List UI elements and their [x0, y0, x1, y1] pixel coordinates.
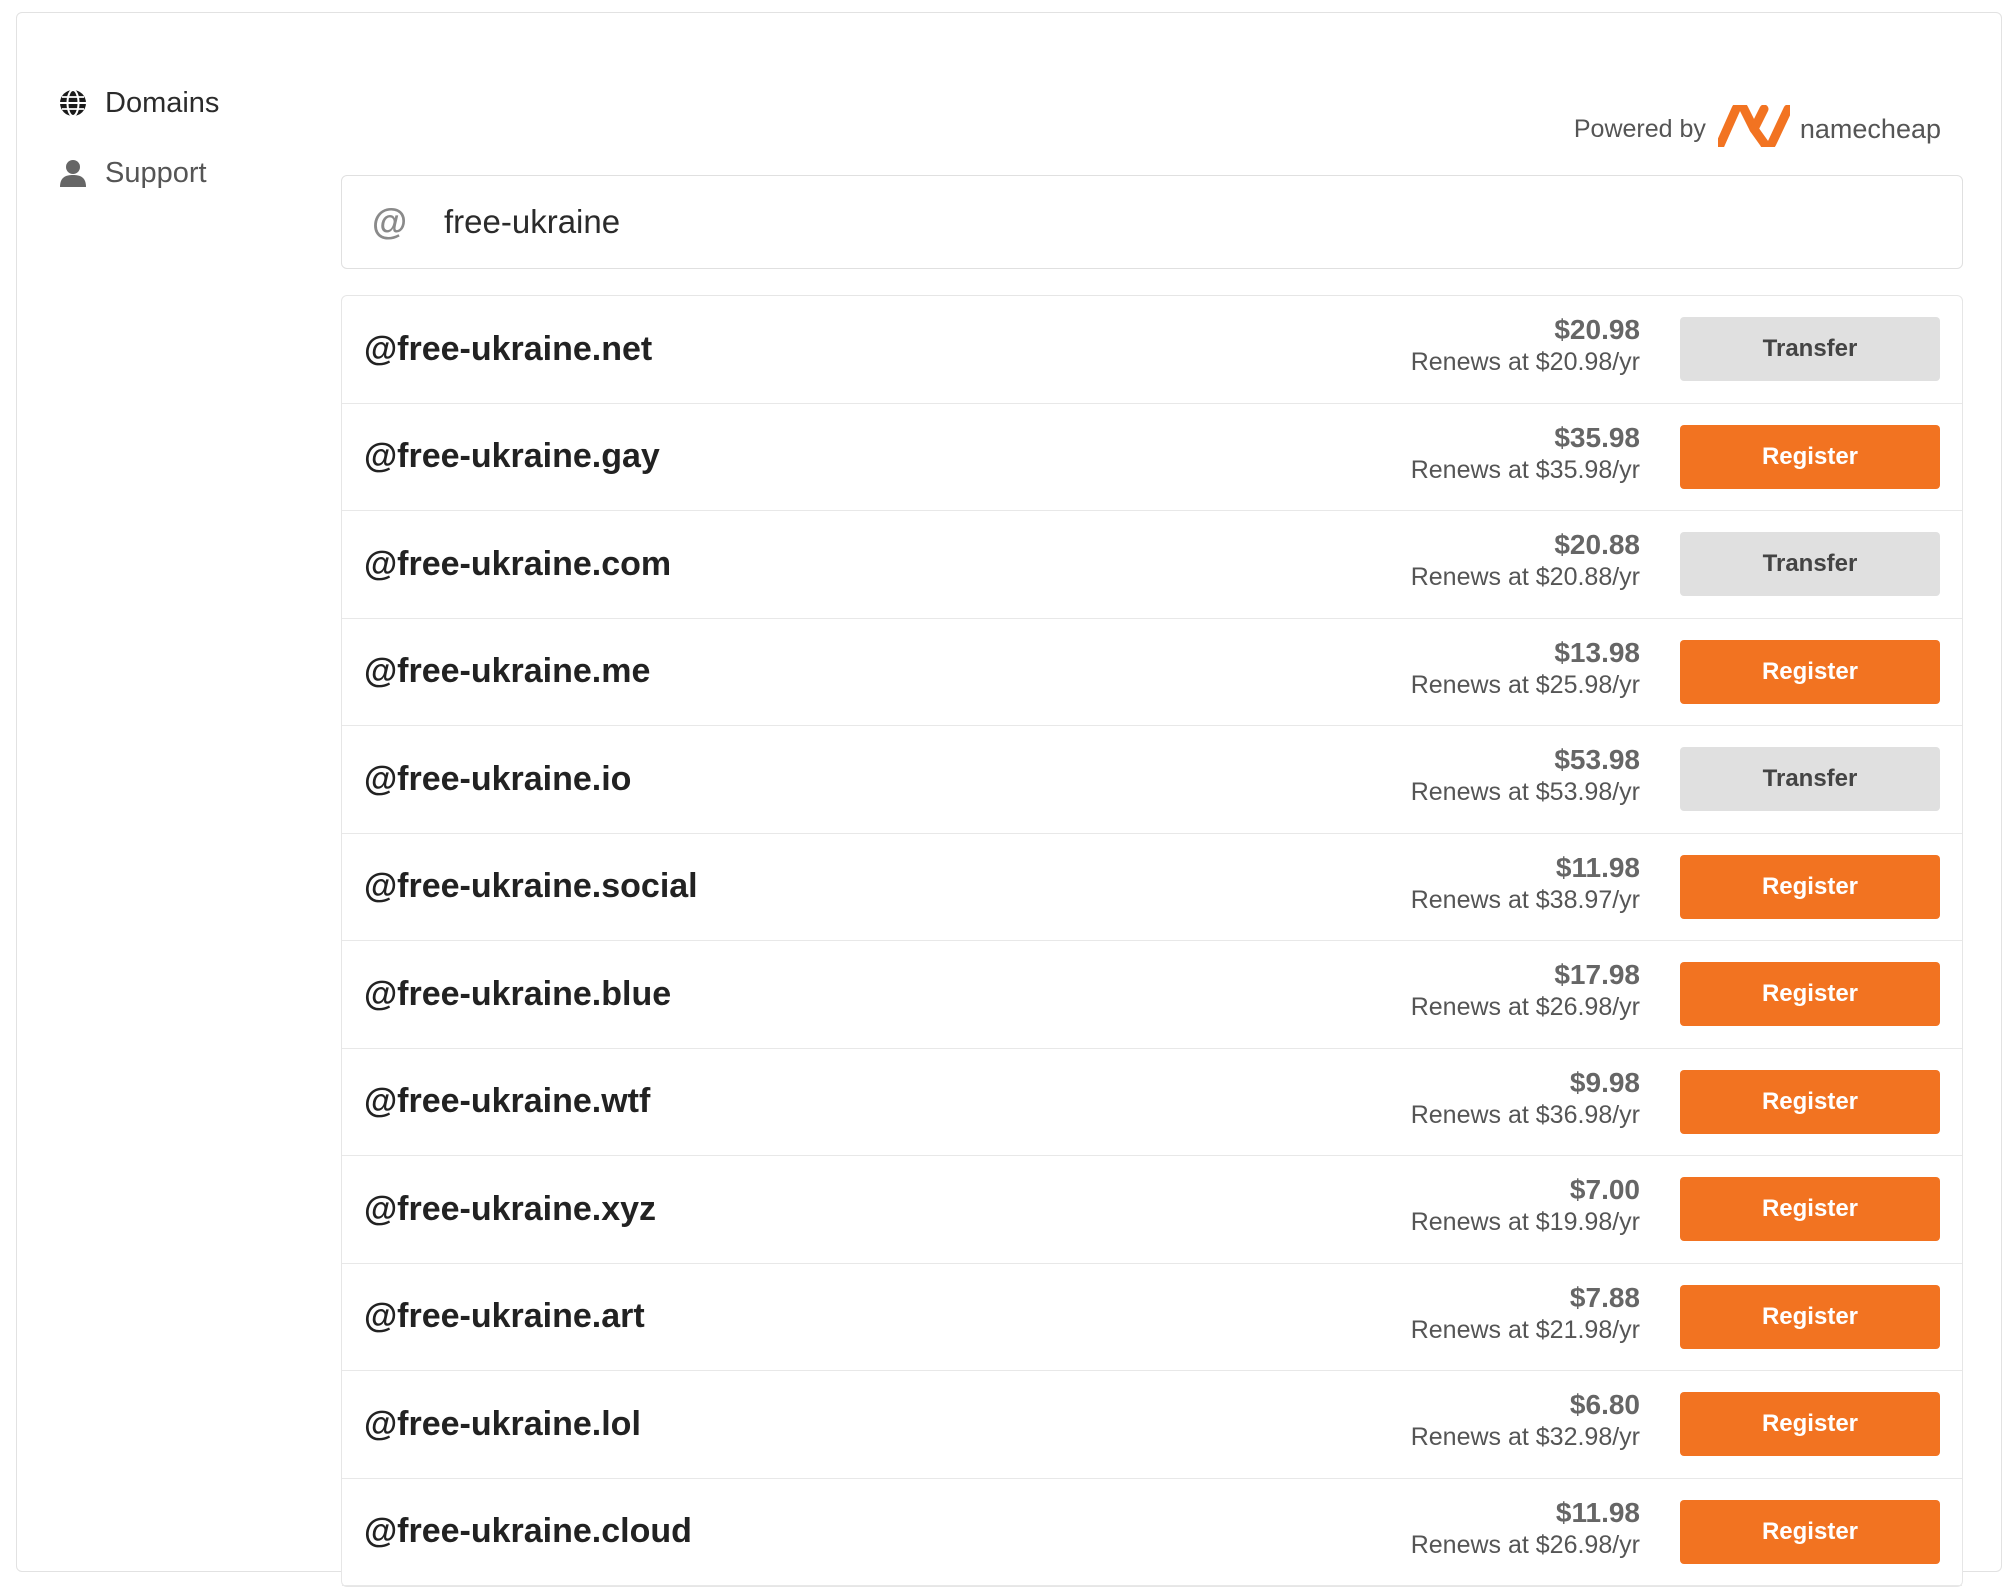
renew-price: Renews at $20.98/yr [1410, 348, 1640, 376]
register-button[interactable]: Register [1680, 1069, 1940, 1134]
renew-price: Renews at $53.98/yr [1410, 778, 1640, 806]
renew-price: Renews at $20.88/yr [1410, 563, 1640, 591]
table-row: @free-ukraine.social $11.98 Renews at $38.… [342, 834, 1962, 941]
renew-price: Renews at $38.97/yr [1410, 885, 1640, 914]
table-row: @free-ukraine.net $20.98 Renews at $20.98/… [342, 296, 1962, 404]
price: $9.98 [1569, 1066, 1640, 1098]
price: $6.80 [1569, 1389, 1640, 1420]
register-button[interactable]: Register [1680, 639, 1940, 704]
table-row: @free-ukraine.blue $17.98 Renews at $26.98… [342, 941, 1962, 1049]
price-block: $7.00 Renews at $19.98/yr [1411, 1174, 1640, 1238]
domain-name: @free-ukraine.com [364, 544, 672, 583]
table-row: @free-ukraine.wtf $9.98 Renews at $36.98/y… [342, 1049, 1962, 1156]
search-box: @ [341, 175, 1963, 269]
user-icon [57, 157, 89, 189]
sidebar-item-label: Support [105, 156, 207, 189]
sidebar: Domains Support [57, 83, 317, 223]
register-button[interactable]: Register [1680, 1177, 1940, 1242]
domain-name: @free-ukraine.xyz [364, 1189, 657, 1228]
register-button[interactable]: Register [1680, 854, 1940, 919]
register-button[interactable]: Register [1680, 424, 1940, 489]
price: $20.98 [1554, 314, 1640, 345]
price-block: $11.98 Renews at $26.98/yr [1411, 1497, 1640, 1561]
table-row: @free-ukraine.com $20.88 Renews at $20.88/… [342, 511, 1962, 619]
register-button[interactable]: Register [1680, 962, 1940, 1027]
price: $11.98 [1555, 1496, 1640, 1528]
price-block: $20.98 Renews at $20.98/yr [1411, 314, 1640, 378]
globe-icon [57, 87, 89, 119]
transfer-button[interactable]: Transfer [1680, 317, 1940, 382]
renew-price: Renews at $26.98/yr [1410, 993, 1640, 1021]
at-icon: @ [372, 201, 408, 242]
renew-price: Renews at $35.98/yr [1410, 455, 1640, 484]
table-row: @free-ukraine.me $13.98 Renews at $25.98/y… [342, 619, 1962, 726]
namecheap-logo-icon [1715, 101, 1793, 154]
app-frame: Domains Support Powered by namecheap @ @… [16, 12, 2002, 1587]
price: $20.88 [1554, 529, 1640, 560]
domain-name: @free-ukraine.wtf [364, 1082, 651, 1121]
register-button[interactable]: Register [1680, 1499, 1940, 1564]
renew-price: Renews at $21.98/yr [1410, 1315, 1640, 1344]
results-list: @free-ukraine.net $20.98 Renews at $20.98/… [341, 295, 1963, 1587]
price: $7.88 [1569, 1281, 1640, 1313]
domain-name: @free-ukraine.art [364, 1297, 645, 1336]
table-row: @free-ukraine.gay $35.98 Renews at $35.98/… [342, 404, 1962, 511]
sidebar-item-support[interactable]: Support [57, 153, 317, 193]
price: $13.98 [1554, 636, 1640, 668]
transfer-button[interactable]: Transfer [1680, 747, 1940, 812]
renew-price: Renews at $32.98/yr [1410, 1423, 1640, 1451]
price: $53.98 [1554, 744, 1640, 775]
price-block: $17.98 Renews at $26.98/yr [1411, 959, 1640, 1023]
register-button[interactable]: Register [1680, 1284, 1940, 1349]
price: $35.98 [1554, 421, 1640, 453]
domain-name: @free-ukraine.me [364, 652, 651, 691]
renew-price: Renews at $19.98/yr [1410, 1208, 1640, 1236]
powered-by: Powered by namecheap [1573, 101, 1941, 154]
table-row: @free-ukraine.art $7.88 Renews at $21.98/y… [342, 1264, 1962, 1371]
price-block: $11.98 Renews at $38.97/yr [1411, 852, 1640, 916]
price: $11.98 [1555, 851, 1640, 883]
domain-name: @free-ukraine.cloud [364, 1512, 692, 1551]
domain-name: @free-ukraine.lol [364, 1404, 641, 1443]
table-row: @free-ukraine.xyz $7.00 Renews at $19.98/y… [342, 1156, 1962, 1264]
brand-name: namecheap [1799, 114, 1941, 144]
table-row: @free-ukraine.io $53.98 Renews at $53.98/y… [342, 726, 1962, 834]
domain-name: @free-ukraine.blue [364, 974, 672, 1013]
price-block: $35.98 Renews at $35.98/yr [1411, 422, 1640, 486]
price-block: $13.98 Renews at $25.98/yr [1411, 637, 1640, 701]
price: $7.00 [1569, 1174, 1640, 1205]
powered-by-prefix: Powered by [1573, 115, 1706, 143]
sidebar-item-domains[interactable]: Domains [57, 83, 317, 123]
domain-name: @free-ukraine.social [364, 867, 698, 906]
domain-name: @free-ukraine.net [364, 329, 653, 368]
transfer-button[interactable]: Transfer [1680, 532, 1940, 597]
price-block: $7.88 Renews at $21.98/yr [1411, 1282, 1640, 1346]
renew-price: Renews at $25.98/yr [1410, 670, 1640, 699]
table-row: @free-ukraine.lol $6.80 Renews at $32.98/y… [342, 1371, 1962, 1479]
sidebar-item-label: Domains [105, 86, 220, 119]
price-block: $9.98 Renews at $36.98/yr [1411, 1067, 1640, 1131]
domain-name: @free-ukraine.io [364, 759, 632, 798]
price: $17.98 [1554, 959, 1640, 990]
price-block: $20.88 Renews at $20.88/yr [1411, 529, 1640, 593]
price-block: $6.80 Renews at $32.98/yr [1411, 1389, 1640, 1453]
register-button[interactable]: Register [1680, 1392, 1940, 1457]
renew-price: Renews at $36.98/yr [1410, 1100, 1640, 1129]
price-block: $53.98 Renews at $53.98/yr [1411, 744, 1640, 808]
domain-name: @free-ukraine.gay [364, 437, 660, 476]
table-row: @free-ukraine.cloud $11.98 Renews at $26.9… [342, 1479, 1962, 1586]
renew-price: Renews at $26.98/yr [1410, 1530, 1640, 1559]
search-input[interactable] [442, 202, 1846, 242]
